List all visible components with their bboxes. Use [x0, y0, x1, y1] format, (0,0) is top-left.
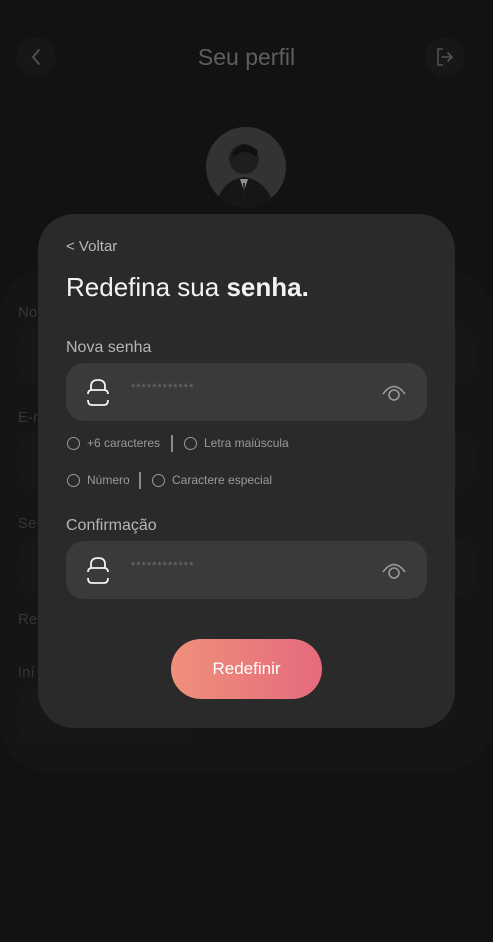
modal-title-bold: senha.: [226, 272, 309, 302]
rule-indicator: [184, 436, 197, 450]
rule-separator: [171, 435, 173, 452]
lock-icon: [87, 557, 109, 584]
reset-submit-button[interactable]: Redefinir: [171, 639, 322, 699]
rule-indicator: [67, 436, 80, 450]
rule-min-chars: +6 caracteres: [67, 436, 160, 450]
rule-special-label: Caractere especial: [172, 473, 273, 487]
rule-number-label: Número: [87, 473, 130, 487]
rule-min-chars-label: +6 caracteres: [87, 436, 161, 450]
reset-password-modal: < Voltar Redefina sua senha. Nova senha …: [38, 214, 455, 728]
confirm-password-field[interactable]: ************: [66, 541, 427, 599]
rule-separator: [139, 472, 141, 489]
eye-icon[interactable]: [381, 559, 407, 581]
confirm-password-value: ************: [131, 560, 195, 572]
lock-icon: [87, 379, 109, 406]
eye-icon[interactable]: [381, 381, 407, 403]
modal-title-regular: Redefina sua: [66, 272, 227, 302]
profile-screen: Seu perfil No E-n Se Re Iní < Voltar Red…: [0, 0, 493, 942]
rule-special: Caractere especial: [152, 473, 272, 487]
modal-title: Redefina sua senha.: [66, 272, 309, 303]
rule-number: Número: [67, 473, 130, 487]
new-password-label: Nova senha: [66, 339, 152, 356]
rule-indicator: [67, 473, 80, 487]
rule-indicator: [152, 473, 165, 487]
rule-uppercase: Letra maiúscula: [184, 436, 289, 450]
new-password-value: ************: [131, 382, 195, 394]
back-link[interactable]: < Voltar: [66, 238, 117, 255]
confirm-password-label: Confirmação: [66, 517, 157, 534]
rule-uppercase-label: Letra maiúscula: [204, 436, 289, 450]
new-password-field[interactable]: ************: [66, 363, 427, 421]
